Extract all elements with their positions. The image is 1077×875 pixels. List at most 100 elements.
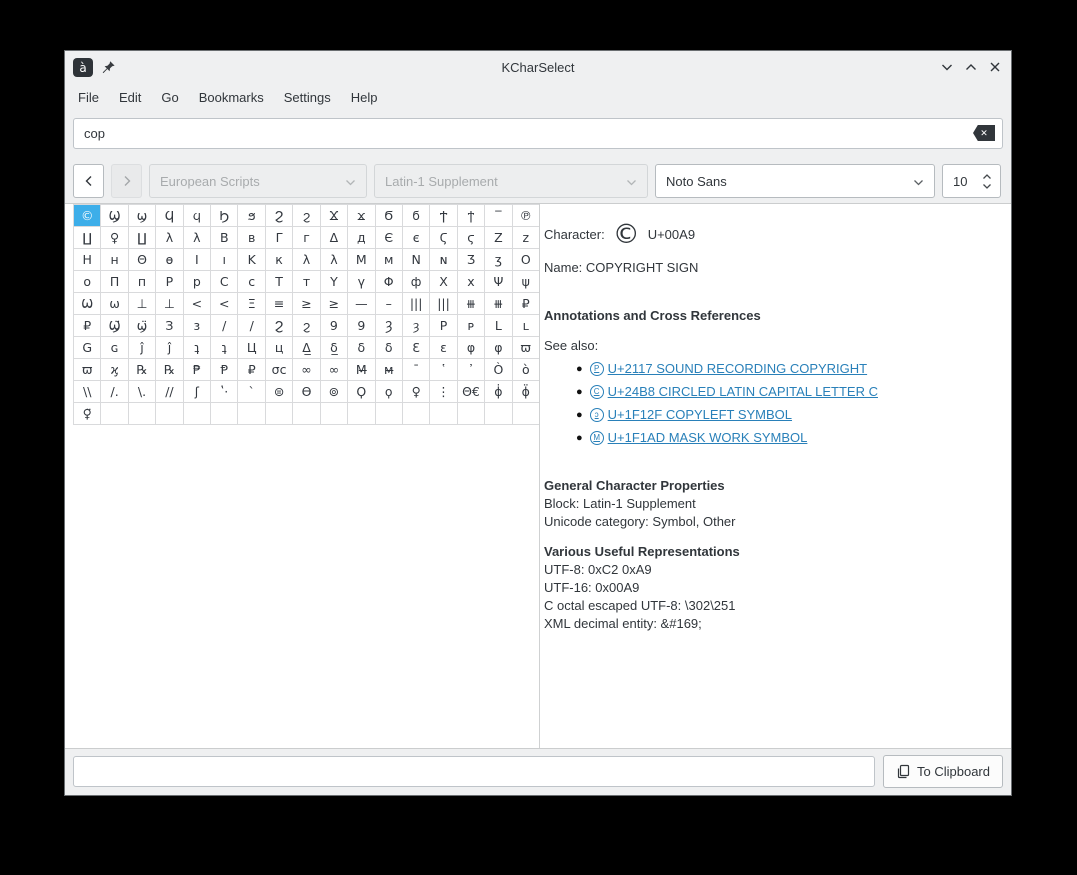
char-cell[interactable]: р xyxy=(184,271,211,293)
char-cell[interactable]: ү xyxy=(348,271,375,293)
cross-reference-link[interactable]: PU+2117 SOUND RECORDING COPYRIGHT xyxy=(590,360,867,378)
char-cell[interactable]: ᴘ xyxy=(458,315,485,337)
cross-reference-link[interactable]: ɔU+1F12F COPYLEFT SYMBOL xyxy=(590,406,792,424)
char-cell[interactable]: λ xyxy=(156,227,183,249)
char-cell[interactable]: H xyxy=(74,249,101,271)
char-cell[interactable]: Ʒ xyxy=(458,249,485,271)
char-cell[interactable]: ϖ xyxy=(513,337,540,359)
char-cell[interactable]: ᾿ xyxy=(458,359,485,381)
char-cell[interactable]: ♀ xyxy=(101,227,128,249)
char-cell[interactable]: P xyxy=(430,315,457,337)
menu-item-bookmarks[interactable]: Bookmarks xyxy=(189,84,274,111)
char-cell[interactable]: ϙ xyxy=(376,381,403,403)
char-cell[interactable]: п xyxy=(129,271,156,293)
char-cell[interactable]: δ xyxy=(348,337,375,359)
char-cell[interactable]: ĵ xyxy=(129,337,156,359)
char-cell[interactable]: Y xyxy=(321,271,348,293)
char-cell[interactable]: O xyxy=(513,249,540,271)
char-cell[interactable]: 9 xyxy=(321,315,348,337)
char-cell[interactable]: к xyxy=(266,249,293,271)
menu-item-settings[interactable]: Settings xyxy=(274,84,341,111)
char-cell[interactable]: Ȝ xyxy=(376,315,403,337)
char-cell[interactable]: Θ€ xyxy=(458,381,485,403)
category-select[interactable]: European Scripts xyxy=(149,164,367,198)
char-cell[interactable]: ϕ̈ xyxy=(513,381,540,403)
char-cell[interactable]: K xyxy=(238,249,265,271)
char-cell[interactable]: ʽ· xyxy=(211,381,238,403)
char-cell[interactable]: ϛ xyxy=(458,227,485,249)
char-cell[interactable]: Ϫ xyxy=(321,205,348,227)
char-cell[interactable]: T xyxy=(266,271,293,293)
char-cell[interactable]: Γ xyxy=(266,227,293,249)
char-cell[interactable]: – xyxy=(376,293,403,315)
char-cell[interactable]: Δ̲ xyxy=(293,337,320,359)
char-cell[interactable]: Ϯ xyxy=(430,205,457,227)
char-cell[interactable]: З xyxy=(156,315,183,337)
menu-item-go[interactable]: Go xyxy=(151,84,188,111)
char-cell[interactable]: ϭ xyxy=(403,205,430,227)
char-cell[interactable]: Ц xyxy=(238,337,265,359)
char-cell[interactable]: ѳ xyxy=(156,249,183,271)
char-cell[interactable]: ɴ xyxy=(430,249,457,271)
maximize-button[interactable] xyxy=(963,59,979,75)
char-cell[interactable]: o xyxy=(74,271,101,293)
char-cell[interactable]: ₽ xyxy=(513,293,540,315)
char-cell[interactable]: φ xyxy=(485,337,512,359)
forward-button[interactable] xyxy=(111,164,142,198)
char-cell[interactable]: ϥ xyxy=(184,205,211,227)
char-cell[interactable]: з xyxy=(184,315,211,337)
char-cell[interactable]: I xyxy=(184,249,211,271)
char-cell[interactable]: \. xyxy=(129,381,156,403)
char-cell[interactable]: ϣ xyxy=(129,205,156,227)
to-clipboard-button[interactable]: To Clipboard xyxy=(883,755,1003,788)
char-cell[interactable]: д xyxy=(348,227,375,249)
char-cell[interactable]: Ϭ xyxy=(376,205,403,227)
menu-item-help[interactable]: Help xyxy=(341,84,388,111)
char-cell[interactable]: Ϙ xyxy=(348,381,375,403)
char-cell[interactable]: ⊚ xyxy=(321,381,348,403)
char-cell[interactable]: ϖ xyxy=(74,359,101,381)
char-cell[interactable]: ⊜ xyxy=(266,381,293,403)
char-cell[interactable]: P xyxy=(156,271,183,293)
char-cell[interactable]: ⧻ xyxy=(485,293,512,315)
char-cell[interactable]: ò xyxy=(513,359,540,381)
spin-down-icon[interactable] xyxy=(982,183,992,189)
char-cell[interactable]: м xyxy=(376,249,403,271)
char-cell[interactable]: ɛ xyxy=(430,337,457,359)
char-cell[interactable]: Ϧ xyxy=(211,205,238,227)
panel-divider[interactable] xyxy=(539,204,540,748)
char-cell[interactable]: Ξ xyxy=(238,293,265,315)
char-cell[interactable]: /. xyxy=(101,381,128,403)
char-cell[interactable]: ⊥ xyxy=(129,293,156,315)
char-cell[interactable]: M̶ xyxy=(348,359,375,381)
char-cell[interactable]: / xyxy=(211,315,238,337)
char-cell[interactable]: ∐ xyxy=(129,227,156,249)
char-cell[interactable]: δ̲ xyxy=(321,337,348,359)
char-cell[interactable]: м̶ xyxy=(376,359,403,381)
char-cell[interactable]: ∞ xyxy=(321,359,348,381)
char-cell[interactable]: / xyxy=(238,315,265,337)
char-cell[interactable]: Θ xyxy=(129,249,156,271)
char-cell[interactable]: ı xyxy=(211,249,238,271)
char-cell[interactable]: ||| xyxy=(430,293,457,315)
char-cell[interactable]: ϫ xyxy=(348,205,375,227)
char-cell[interactable]: ĵ xyxy=(156,337,183,359)
close-button[interactable] xyxy=(987,59,1003,75)
char-cell[interactable]: Π xyxy=(101,271,128,293)
char-cell[interactable]: L xyxy=(485,315,512,337)
char-cell[interactable]: ≥ xyxy=(293,293,320,315)
char-cell[interactable]: C xyxy=(211,271,238,293)
font-select[interactable]: Noto Sans xyxy=(655,164,935,198)
char-cell[interactable]: G xyxy=(74,337,101,359)
char-cell[interactable]: ʃ xyxy=(184,381,211,403)
cross-reference-link[interactable]: CU+24B8 CIRCLED LATIN CAPITAL LETTER C xyxy=(590,383,878,401)
char-cell[interactable]: Ψ xyxy=(485,271,512,293)
char-cell[interactable]: ₱ xyxy=(184,359,211,381)
char-cell[interactable]: ||| xyxy=(403,293,430,315)
char-cell[interactable]: Є xyxy=(376,227,403,249)
char-cell[interactable]: ≥ xyxy=(321,293,348,315)
char-cell[interactable]: ⧻ xyxy=(458,293,485,315)
char-cell[interactable]: ℞ xyxy=(156,359,183,381)
char-cell[interactable]: х xyxy=(458,271,485,293)
char-cell[interactable]: ≡ xyxy=(266,293,293,315)
